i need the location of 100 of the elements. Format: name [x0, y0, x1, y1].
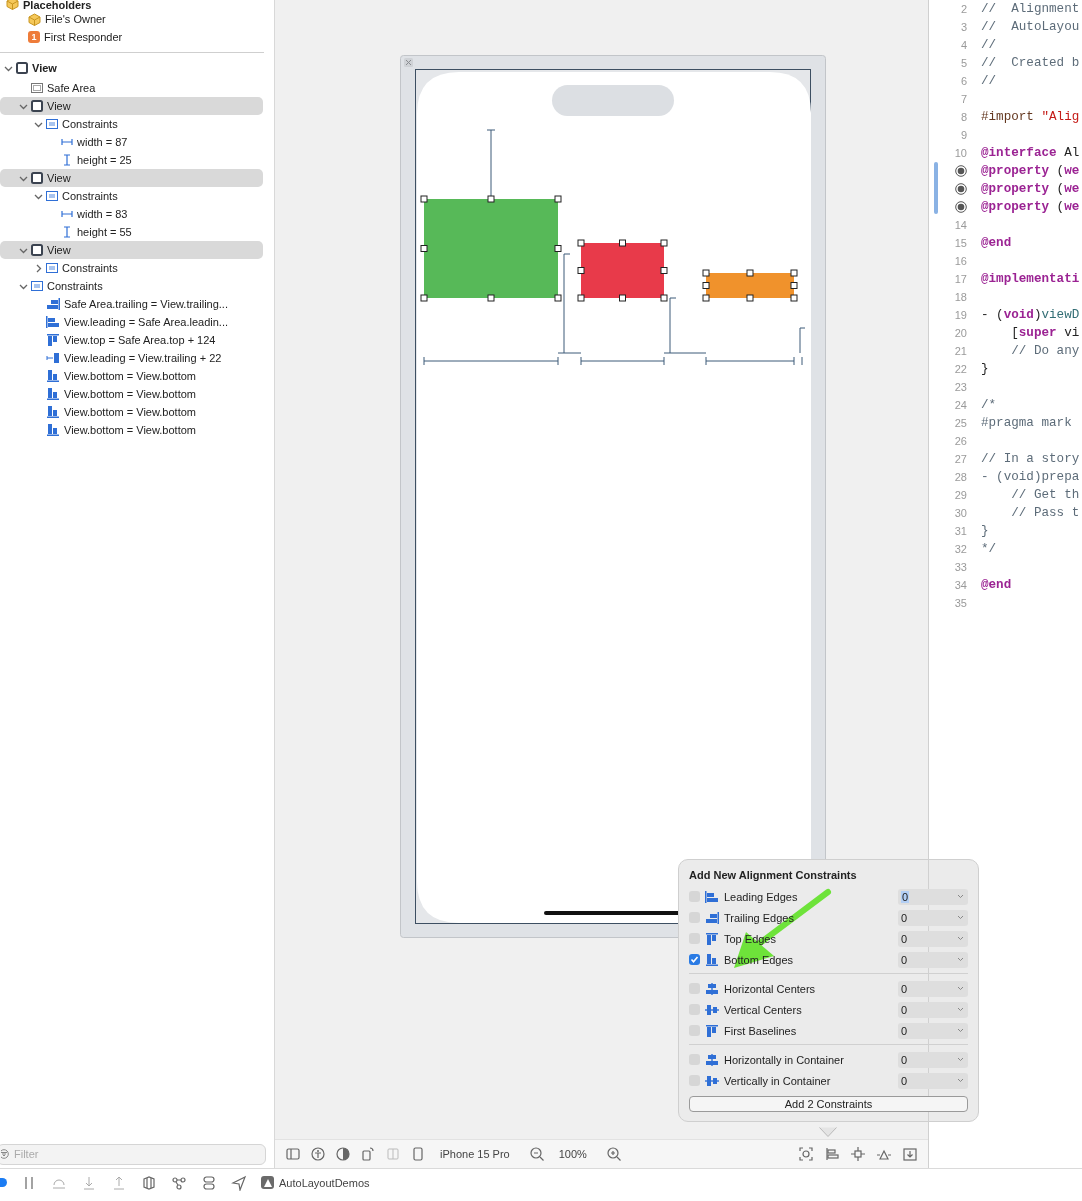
outline-item[interactable]: View.bottom = View.bottom [64, 424, 196, 436]
sidebar-toggle-icon[interactable] [285, 1146, 301, 1162]
outline-item[interactable]: View [47, 100, 71, 112]
line-number: 17 [954, 273, 967, 285]
selected-row[interactable]: View [0, 97, 263, 115]
outline-item[interactable]: View [47, 244, 71, 256]
code-line: @property (we [981, 182, 1080, 196]
leading-edges-icon [46, 316, 60, 328]
line-number: 26 [954, 435, 967, 447]
code-line: // AutoLayou [981, 20, 1080, 34]
constant-combo-box[interactable]: 0 [898, 1022, 968, 1039]
close-icon[interactable] [404, 58, 413, 67]
code-line: // [981, 38, 997, 52]
code-line: // Created b [981, 56, 1080, 70]
phone-icon[interactable] [410, 1146, 426, 1162]
outline-item[interactable]: Constraints [47, 280, 103, 292]
outline-item[interactable]: width = 87 [77, 136, 128, 148]
constant-combo-box[interactable]: 0 [898, 1072, 968, 1089]
filter-field[interactable]: Filter [0, 1143, 266, 1165]
code-line: #pragma mark [981, 416, 1072, 430]
outline-item[interactable]: height = 55 [77, 226, 132, 238]
zoom-level: 100% [558, 1148, 587, 1160]
app-icon [261, 1176, 274, 1189]
code-line: @end [981, 578, 1012, 592]
vertical-centers-icon [705, 1074, 719, 1087]
constant-combo-box[interactable]: 0 [898, 930, 968, 947]
constraint-label: Vertical Centers [724, 1003, 803, 1016]
outline-item[interactable]: View.top = Safe Area.top + 124 [64, 334, 216, 346]
section-label: Placeholders [23, 0, 92, 10]
outline-item[interactable]: width = 83 [77, 208, 128, 220]
view-icon [31, 244, 43, 256]
scheme-name[interactable]: AutoLayoutDemos [279, 1176, 370, 1189]
code-line: - (void)prepa [981, 470, 1080, 484]
constraints-icon [46, 262, 58, 274]
appearance-icon[interactable] [335, 1146, 351, 1162]
line-number: 27 [954, 453, 967, 465]
constraints-icon [46, 118, 58, 130]
line-number: 22 [954, 363, 967, 375]
zoom-in-icon[interactable] [605, 1146, 622, 1162]
outline-item[interactable]: Constraints [62, 118, 118, 130]
line-number: 10 [954, 147, 967, 159]
constant-combo-box[interactable]: 0 [898, 951, 968, 968]
code-line: } [981, 524, 989, 538]
outline-item[interactable]: View.leading = Safe Area.leadin... [64, 316, 228, 328]
embed-icon[interactable] [902, 1146, 918, 1162]
add-constraints-button[interactable]: Add 2 Constraints [689, 1096, 968, 1112]
code-line: @interface Al [981, 146, 1080, 160]
environment-icon[interactable] [201, 1174, 217, 1191]
constant-combo-box[interactable]: 0 [898, 888, 968, 905]
device-name[interactable]: iPhone 15 Pro [440, 1148, 510, 1160]
outline-item[interactable]: Safe Area [47, 82, 96, 94]
outline-item[interactable]: File's Owner [45, 13, 106, 25]
cube-icon [28, 12, 41, 26]
constant-combo-box[interactable]: 0 [898, 1051, 968, 1068]
outline-item[interactable]: View.leading = View.trailing + 22 [64, 352, 222, 364]
line-number: 8 [960, 111, 967, 123]
outlet-connection-icon[interactable] [955, 201, 967, 213]
popover-title: Add New Alignment Constraints [689, 869, 858, 881]
code-line: // Get th [1010, 488, 1080, 502]
line-number: 32 [954, 543, 967, 555]
line-number: 18 [954, 291, 967, 303]
outline-item[interactable]: height = 25 [77, 154, 132, 166]
outlet-connection-icon[interactable] [955, 165, 967, 177]
checkbox[interactable] [689, 954, 700, 965]
outline-item[interactable]: View.bottom = View.bottom [64, 370, 196, 382]
align-icon[interactable] [824, 1146, 840, 1162]
horizontal-centers-icon [705, 1053, 719, 1066]
code-line: // In a story [981, 452, 1080, 466]
outline-item[interactable]: Safe Area.trailing = View.trailing... [64, 298, 228, 310]
outline-item[interactable]: Constraints [62, 262, 118, 274]
code-line: @property (we [981, 164, 1080, 178]
constant-combo-box[interactable]: 0 [898, 980, 968, 997]
outline-item[interactable]: View.bottom = View.bottom [64, 406, 196, 418]
line-number: 31 [954, 525, 967, 537]
line-number: 24 [954, 399, 967, 411]
breakpoints-toggle[interactable] [0, 1178, 7, 1187]
constraint-label: Horizontally in Container [724, 1053, 845, 1066]
update-frames-icon[interactable] [798, 1146, 814, 1162]
accessibility-icon[interactable] [310, 1146, 326, 1162]
code-line: @end [981, 236, 1012, 250]
line-number: 35 [954, 597, 967, 609]
line-number: 15 [954, 237, 967, 249]
selected-row[interactable]: View [0, 241, 263, 259]
outline-item[interactable]: View [47, 172, 71, 184]
memory-graph-icon[interactable] [171, 1174, 187, 1191]
zoom-out-icon[interactable] [528, 1146, 545, 1162]
view-icon [16, 62, 28, 74]
constant-combo-box[interactable]: 0 [898, 1001, 968, 1018]
location-icon[interactable] [231, 1174, 247, 1191]
code-line: /* [981, 398, 997, 412]
outline-item[interactable]: View.bottom = View.bottom [64, 388, 196, 400]
add-constraints-icon[interactable] [850, 1146, 866, 1162]
orientation-icon[interactable] [360, 1146, 376, 1162]
outline-item[interactable]: Constraints [62, 190, 118, 202]
view-hierarchy-icon[interactable] [141, 1174, 157, 1191]
selected-row[interactable]: View [0, 169, 263, 187]
outlet-connection-icon[interactable] [955, 183, 967, 195]
constant-combo-box[interactable]: 0 [898, 909, 968, 926]
outline-item[interactable]: First Responder [44, 31, 123, 43]
outline-item[interactable]: View [32, 62, 57, 74]
